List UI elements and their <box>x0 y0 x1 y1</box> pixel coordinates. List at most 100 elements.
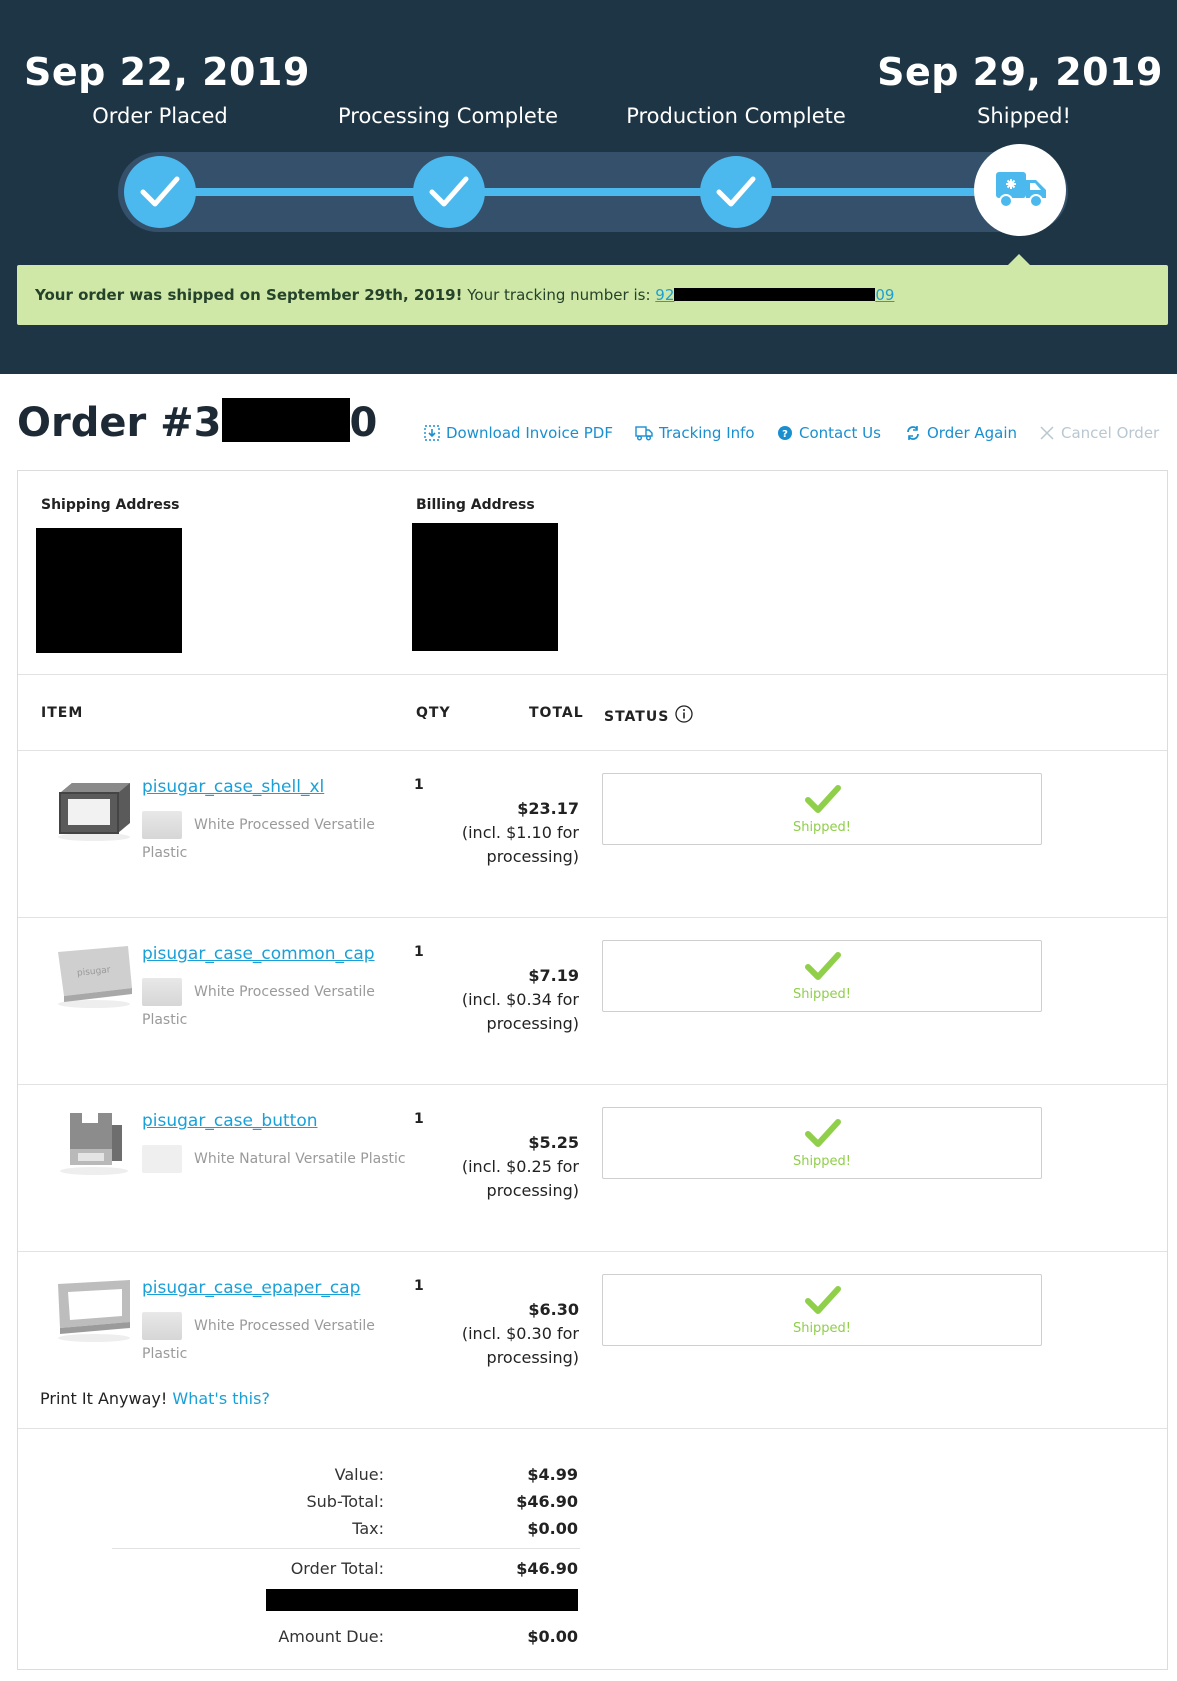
banner-pointer <box>1008 254 1030 265</box>
checkmark-icon <box>805 1119 841 1147</box>
item-link[interactable]: pisugar_case_common_cap <box>142 944 375 964</box>
whats-this-link[interactable]: What's this? <box>172 1389 270 1408</box>
svg-text:?: ? <box>782 429 788 440</box>
order-placed-date: Sep 22, 2019 <box>24 50 310 94</box>
item-status-text: Shipped! <box>792 1154 852 1169</box>
item-thumbnail-common-cap: pisugar <box>58 946 132 1008</box>
item-total-amount: $5.25 <box>528 1133 579 1152</box>
tax-amount: $0.00 <box>527 1519 578 1538</box>
redacted-order-number <box>221 398 350 442</box>
order-total-amount: $46.90 <box>516 1559 578 1578</box>
order-title-suffix: 0 <box>349 400 378 446</box>
table-row: pisugar_case_shell_xl White Processed Ve… <box>18 751 1167 918</box>
checkmark-icon <box>805 1286 841 1314</box>
tax-label: Tax: <box>352 1519 384 1538</box>
order-title-prefix: Order #3 <box>17 400 222 446</box>
value-label: Value: <box>334 1465 384 1484</box>
column-header-total: TOTAL <box>529 705 584 721</box>
item-processing-note: (incl. $1.10 for processing) <box>461 823 579 866</box>
shipped-banner-bold: Your order was shipped on September 29th… <box>35 286 463 304</box>
step-label-shipped: Shipped! <box>977 104 1071 128</box>
shipped-date: Sep 29, 2019 <box>877 50 1163 94</box>
amount-due-label: Amount Due: <box>278 1627 384 1646</box>
truck-icon <box>635 426 653 441</box>
order-title: Order #3 0 <box>17 398 377 446</box>
redacted-payment-row <box>266 1589 578 1611</box>
checkmark-icon <box>805 952 841 980</box>
order-card: Shipping Address Billing Address ITEM QT… <box>17 470 1168 1670</box>
totals-divider <box>18 1428 1167 1429</box>
tracking-info-button[interactable]: Tracking Info <box>635 424 755 442</box>
order-again-button[interactable]: Order Again <box>905 424 1017 442</box>
item-status-text: Shipped! <box>792 820 852 835</box>
contact-us-label: Contact Us <box>799 424 881 442</box>
item-thumbnail-epaper-cap <box>58 1280 130 1342</box>
step-order-placed-check-icon <box>124 156 196 228</box>
redacted-tracking <box>674 288 876 301</box>
subtotal-label: Sub-Total: <box>306 1492 384 1511</box>
step-processing-check-icon <box>413 156 485 228</box>
item-total-amount: $23.17 <box>517 799 579 818</box>
item-status: Shipped! <box>602 940 1042 1012</box>
cancel-order-label: Cancel Order <box>1061 424 1160 442</box>
item-material: White Processed Versatile Plastic <box>142 1318 375 1362</box>
tracking-number-suffix: 09 <box>875 286 895 304</box>
item-status: Shipped! <box>602 1274 1042 1346</box>
info-icon[interactable] <box>675 705 693 723</box>
cancel-order-button[interactable]: Cancel Order <box>1039 424 1159 442</box>
item-total: $5.25 (incl. $0.25 for processing) <box>419 1131 579 1203</box>
item-material: White Processed Versatile Plastic <box>142 984 375 1028</box>
amount-due-amount: $0.00 <box>527 1627 578 1646</box>
item-status-text: Shipped! <box>792 987 852 1002</box>
item-processing-note: (incl. $0.25 for processing) <box>461 1157 579 1200</box>
table-row: pisugar_case_button White Natural Versat… <box>18 1085 1167 1252</box>
item-link[interactable]: pisugar_case_shell_xl <box>142 777 324 797</box>
item-total-amount: $6.30 <box>528 1300 579 1319</box>
table-row: pisugar pisugar_case_common_cap White Pr… <box>18 918 1167 1085</box>
item-qty: 1 <box>414 1111 424 1127</box>
column-header-qty: QTY <box>416 705 451 721</box>
section-divider <box>18 674 1167 675</box>
step-shipped-truck-icon <box>974 144 1066 236</box>
order-progress-header: Sep 22, 2019 Sep 29, 2019 Order Placed P… <box>0 0 1177 374</box>
item-material: White Processed Versatile Plastic <box>142 817 375 861</box>
column-header-status: STATUS <box>604 705 693 725</box>
redacted-shipping-address <box>36 528 182 653</box>
contact-us-button[interactable]: ? Contact Us <box>777 424 881 442</box>
column-header-status-label: STATUS <box>604 709 670 725</box>
print-anyway-note: Print It Anyway! What's this? <box>40 1389 270 1408</box>
refresh-icon <box>907 426 919 440</box>
shipping-address-label: Shipping Address <box>41 497 180 513</box>
checkmark-icon <box>805 785 841 813</box>
item-processing-note: (incl. $0.30 for processing) <box>461 1324 579 1367</box>
step-label-production: Production Complete <box>626 104 846 128</box>
item-qty: 1 <box>414 944 424 960</box>
item-total: $23.17 (incl. $1.10 for processing) <box>419 797 579 869</box>
order-again-label: Order Again <box>927 424 1018 442</box>
column-header-item: ITEM <box>41 705 84 721</box>
item-qty: 1 <box>414 777 424 793</box>
redacted-billing-address <box>412 523 558 651</box>
tracking-number-prefix: 92 <box>655 286 675 304</box>
item-link[interactable]: pisugar_case_button <box>142 1111 318 1131</box>
close-icon <box>1040 426 1054 440</box>
shipped-banner: Your order was shipped on September 29th… <box>17 265 1168 325</box>
download-invoice-label: Download Invoice PDF <box>446 424 613 442</box>
item-qty: 1 <box>414 1278 424 1294</box>
progress-fill <box>160 188 1022 196</box>
item-total-amount: $7.19 <box>528 966 579 985</box>
item-thumbnail-button <box>60 1113 128 1175</box>
tracking-number-link[interactable]: 92 09 <box>655 286 894 304</box>
download-icon <box>424 425 440 441</box>
value-amount: $4.99 <box>527 1465 578 1484</box>
download-invoice-button[interactable]: Download Invoice PDF <box>424 424 613 442</box>
item-link[interactable]: pisugar_case_epaper_cap <box>142 1278 360 1298</box>
subtotal-amount: $46.90 <box>516 1492 578 1511</box>
tracking-info-label: Tracking Info <box>659 424 755 442</box>
help-icon: ? <box>778 426 792 440</box>
step-label-order-placed: Order Placed <box>92 104 228 128</box>
item-material: White Natural Versatile Plastic <box>194 1151 406 1167</box>
step-production-check-icon <box>700 156 772 228</box>
item-status-text: Shipped! <box>792 1321 852 1336</box>
item-thumbnail-shell-xl <box>58 783 130 841</box>
